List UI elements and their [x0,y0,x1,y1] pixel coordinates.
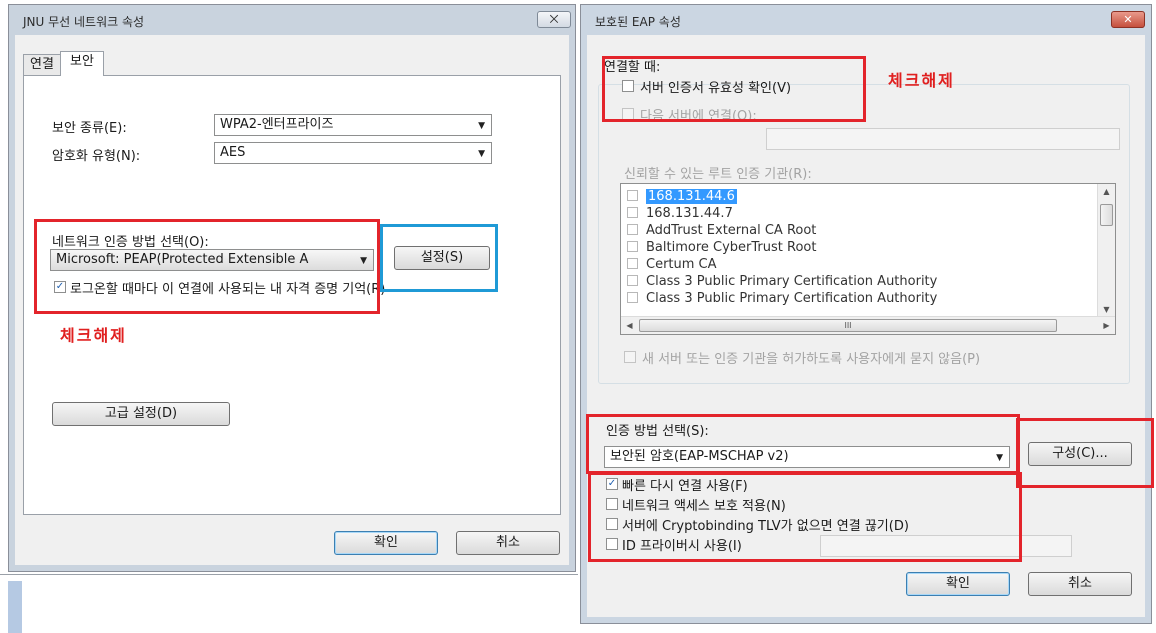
scroll-thumb[interactable] [1100,204,1113,226]
no-prompt-label: 새 서버 또는 인증 기관을 허가하도록 사용자에게 묻지 않음(P) [642,352,981,367]
scroll-thumb[interactable]: III [639,319,1057,332]
no-prompt-checkbox[interactable] [624,351,636,363]
right-cancel-button[interactable]: 취소 [1028,572,1132,596]
annotation-blue-box-settings [380,224,498,292]
background-window-fragment [0,574,578,633]
right-window-close-button[interactable]: ✕ [1111,11,1145,28]
close-icon: ✕ [1123,13,1133,26]
list-item[interactable]: Class 3 Public Primary Certification Aut… [621,290,1115,307]
trusted-ca-label: 신뢰할 수 있는 루트 인증 기관(R): [624,167,812,182]
chevron-down-icon: ▼ [478,121,485,131]
encryption-type-label: 암호화 유형(N): [52,149,141,164]
encryption-type-select[interactable]: AES ▼ [214,142,492,164]
ca-list-vertical-scrollbar[interactable]: ▲ ▼ [1097,184,1115,317]
left-window-close-button[interactable]: ⨉ [537,11,571,28]
left-ok-button[interactable]: 확인 [334,531,438,555]
ca-list-horizontal-scrollbar[interactable]: ◀ III ▶ [621,316,1115,334]
scroll-grip-icon: III [844,321,852,330]
annotation-red-box-auth-method [34,219,380,314]
chevron-down-icon: ▼ [478,149,485,159]
annotation-red-box-validate-cert [602,56,866,122]
annotation-red-box-eap-method [586,414,1020,474]
tab-connection[interactable]: 연결 [23,54,61,76]
servers-input[interactable] [766,128,1120,150]
list-item[interactable]: 168.131.44.7 [621,205,1115,222]
scroll-up-icon[interactable]: ▲ [1098,187,1115,196]
tab-security[interactable]: 보안 [60,51,104,76]
list-item[interactable]: Certum CA [621,256,1115,273]
advanced-settings-button[interactable]: 고급 설정(D) [52,402,230,426]
trusted-ca-list[interactable]: 168.131.44.6 168.131.44.7 AddTrust Exter… [620,183,1116,335]
right-ok-button[interactable]: 확인 [906,572,1010,596]
security-type-label: 보안 종류(E): [52,121,127,136]
close-icon: ⨉ [549,13,559,26]
left-window-title: JNU 무선 네트워크 속성 [23,15,145,29]
scroll-down-icon[interactable]: ▼ [1098,305,1115,314]
annotation-uncheck-left: 체크해제 [60,326,127,345]
list-item[interactable]: Class 3 Public Primary Certification Aut… [621,273,1115,290]
list-item[interactable]: AddTrust External CA Root [621,222,1115,239]
list-item[interactable]: 168.131.44.6 [621,188,1115,205]
list-item[interactable]: Baltimore CyberTrust Root [621,239,1115,256]
scroll-right-icon[interactable]: ▶ [1098,321,1115,330]
annotation-uncheck-right: 체크해제 [888,71,955,90]
left-cancel-button[interactable]: 취소 [456,531,560,555]
scroll-left-icon[interactable]: ◀ [621,321,638,330]
right-window-title: 보호된 EAP 속성 [595,15,681,29]
annotation-red-box-options [588,472,1022,562]
security-type-select[interactable]: WPA2-엔터프라이즈 ▼ [214,114,492,136]
annotation-red-box-configure [1016,418,1154,488]
